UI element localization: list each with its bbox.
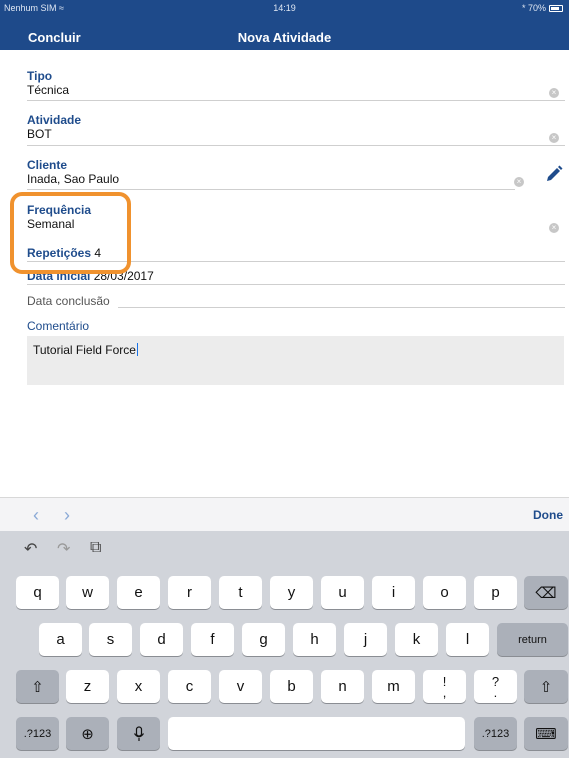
field-divider (27, 145, 565, 146)
previous-field-button[interactable]: ‹ (33, 505, 39, 526)
app-header: Nenhum SIM ≈ 14:19 * 70% Concluir Nova A… (0, 0, 569, 50)
clear-icon[interactable]: × (549, 88, 559, 98)
microphone-glyph (133, 725, 144, 741)
next-field-button[interactable]: › (64, 505, 70, 526)
status-battery: * 70% (522, 3, 563, 13)
key-b[interactable]: b (270, 670, 313, 703)
key-t[interactable]: t (219, 576, 262, 609)
key-i[interactable]: i (372, 576, 415, 609)
data-conclusao-field[interactable]: Data conclusão (27, 294, 110, 308)
atividade-field[interactable]: Atividade BOT × (27, 113, 565, 146)
key-u[interactable]: u (321, 576, 364, 609)
key-exclamation-comma[interactable]: ! , (423, 670, 466, 703)
shift-key-right[interactable]: ⇧ (524, 670, 568, 703)
key-f[interactable]: f (191, 623, 234, 656)
shift-key-left[interactable]: ⇧ (16, 670, 59, 703)
key-z[interactable]: z (66, 670, 109, 703)
key-o[interactable]: o (423, 576, 466, 609)
key-k[interactable]: k (395, 623, 438, 656)
battery-icon (549, 4, 563, 12)
numbers-key-right[interactable]: .?123 (474, 717, 517, 750)
atividade-label: Atividade (27, 113, 82, 127)
key-c[interactable]: c (168, 670, 211, 703)
key-x[interactable]: x (117, 670, 160, 703)
comentario-label: Comentário (27, 319, 90, 333)
key-g[interactable]: g (242, 623, 285, 656)
space-bar[interactable] (168, 717, 465, 750)
key-y[interactable]: y (270, 576, 313, 609)
clear-icon[interactable]: × (514, 177, 524, 187)
return-key[interactable]: return (497, 623, 568, 656)
key-h[interactable]: h (293, 623, 336, 656)
cliente-field[interactable]: Cliente Inada, Sao Paulo × (27, 158, 565, 190)
comentario-text: Tutorial Field Force (33, 343, 136, 357)
key-lower-char: , (442, 684, 447, 700)
navigation-bar: Concluir Nova Atividade (0, 22, 569, 48)
data-conclusao-input[interactable] (118, 307, 565, 308)
key-v[interactable]: v (219, 670, 262, 703)
clear-icon[interactable]: × (549, 223, 559, 233)
redo-icon[interactable]: ↷ (57, 539, 70, 559)
clear-icon[interactable]: × (549, 133, 559, 143)
key-e[interactable]: e (117, 576, 160, 609)
key-p[interactable]: p (474, 576, 517, 609)
key-n[interactable]: n (321, 670, 364, 703)
tipo-value[interactable]: Técnica (27, 83, 565, 97)
comentario-textarea[interactable]: Tutorial Field Force (27, 336, 564, 385)
data-conclusao-label: Data conclusão (27, 294, 110, 308)
key-d[interactable]: d (140, 623, 183, 656)
key-l[interactable]: l (446, 623, 489, 656)
key-lower-char: . (493, 684, 498, 700)
done-button[interactable]: Done (533, 508, 563, 522)
microphone-icon[interactable] (117, 717, 160, 750)
keyboard: ↶ ↷ ⧉ q w e r t y u i o p ⌫ a s d f g h … (0, 531, 569, 758)
undo-icon[interactable]: ↶ (24, 539, 37, 559)
key-j[interactable]: j (344, 623, 387, 656)
key-question-period[interactable]: ? . (474, 670, 517, 703)
field-divider (27, 189, 515, 190)
key-m[interactable]: m (372, 670, 415, 703)
tipo-field[interactable]: Tipo Técnica × (27, 69, 565, 101)
numbers-key-left[interactable]: .?123 (16, 717, 59, 750)
paste-icon[interactable]: ⧉ (90, 539, 101, 557)
keyboard-hide-icon[interactable]: ⌨ (524, 717, 568, 750)
status-time: 14:19 (273, 3, 296, 13)
field-divider (27, 100, 565, 101)
tipo-label: Tipo (27, 69, 53, 83)
cliente-label: Cliente (27, 158, 68, 172)
keyboard-shortcut-bar: ↶ ↷ ⧉ (0, 531, 569, 567)
keyboard-accessory-bar: ‹ › Done (0, 497, 569, 531)
key-w[interactable]: w (66, 576, 109, 609)
key-s[interactable]: s (89, 623, 132, 656)
key-r[interactable]: r (168, 576, 211, 609)
highlight-frame (10, 192, 131, 274)
battery-percent: * 70% (521, 3, 546, 13)
backspace-key[interactable]: ⌫ (524, 576, 568, 609)
field-divider (27, 284, 565, 285)
key-legend: ? . (492, 675, 499, 700)
globe-icon[interactable]: ⊕ (66, 717, 109, 750)
comentario-label-row: Comentário (27, 319, 89, 333)
page-title: Nova Atividade (237, 30, 332, 45)
status-bar: Nenhum SIM ≈ 14:19 * 70% (0, 0, 569, 16)
text-caret (136, 343, 138, 356)
key-a[interactable]: a (39, 623, 82, 656)
key-legend: ! , (442, 675, 447, 700)
key-q[interactable]: q (16, 576, 59, 609)
atividade-value[interactable]: BOT (27, 127, 565, 141)
cliente-value[interactable]: Inada, Sao Paulo (27, 172, 565, 186)
pencil-icon[interactable] (544, 164, 564, 184)
